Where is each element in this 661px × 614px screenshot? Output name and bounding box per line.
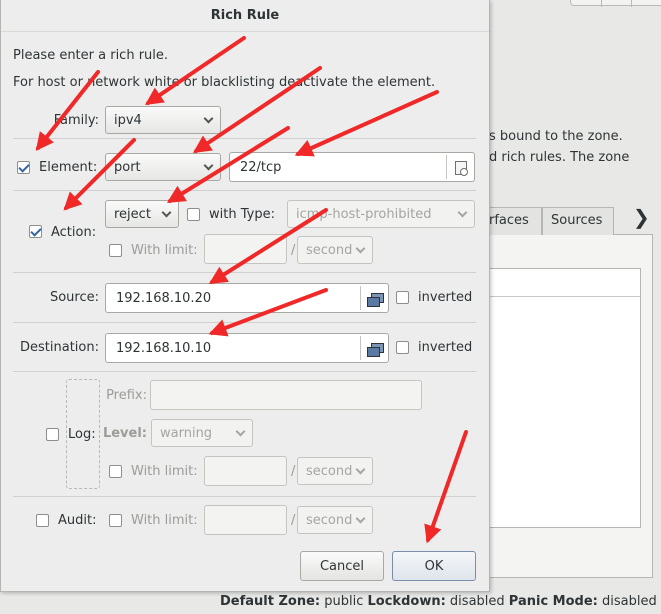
dialog-prompt: Please enter a rich rule. [13, 48, 169, 63]
log-limit-input[interactable] [204, 456, 287, 486]
audit-limit-checkbox[interactable] [109, 514, 122, 527]
chevron-down-icon [355, 464, 366, 475]
source-label: Source: [49, 290, 99, 305]
dialog-title: Rich Rule [1, 0, 489, 32]
rich-rule-dialog: Rich Rule Please enter a rich rule. For … [0, 0, 490, 592]
rules-list-header [490, 269, 640, 297]
divider [13, 322, 476, 323]
zone-description: s bound to the zone. d rich rules. The z… [489, 126, 661, 168]
action-limit-label: With limit: [131, 243, 198, 258]
chevron-down-icon [355, 513, 366, 524]
tab-sources[interactable]: Sources [542, 207, 614, 235]
ok-button[interactable]: OK [392, 551, 476, 581]
action-type-select[interactable]: icmp-host-prohibited [287, 200, 475, 228]
log-prefix-label: Prefix: [106, 388, 147, 403]
log-level-label: Level: [102, 426, 147, 441]
family-value: ipv4 [114, 113, 142, 128]
divider [13, 138, 476, 139]
audit-limit-unit: second [306, 513, 353, 528]
action-select[interactable]: reject [105, 200, 179, 228]
source-inverted-checkbox[interactable] [396, 291, 409, 304]
chevron-down-icon [161, 207, 172, 218]
family-select[interactable]: ipv4 [105, 106, 221, 134]
action-limit-input[interactable] [204, 234, 287, 264]
chevron-down-icon [355, 243, 366, 254]
divider [13, 272, 476, 273]
limit-separator: / [291, 243, 296, 258]
network-icon [367, 343, 384, 357]
tab-interfaces[interactable]: rfaces [489, 207, 542, 235]
cancel-button[interactable]: Cancel [300, 551, 384, 581]
source-address-button[interactable] [360, 286, 386, 310]
log-checkbox[interactable] [46, 428, 59, 441]
action-limit-checkbox[interactable] [109, 244, 122, 257]
chevron-down-icon [203, 160, 214, 171]
edit-document-icon [455, 161, 468, 176]
lockdown-label: Lockdown: [367, 594, 446, 609]
tabs-scroll-right-icon[interactable]: ❯ [633, 205, 650, 229]
network-icon [367, 293, 384, 307]
log-limit-label: With limit: [131, 464, 198, 479]
audit-limit-label: With limit: [131, 513, 198, 528]
log-level-select[interactable]: warning [151, 419, 253, 447]
element-value-field[interactable]: 22/tcp [229, 152, 475, 182]
chevron-down-icon [235, 426, 246, 437]
lockdown-value: disabled [445, 594, 509, 609]
log-group-frame [66, 379, 100, 489]
action-type-value: icmp-host-prohibited [296, 207, 432, 222]
log-limit-unit-select[interactable]: second [297, 457, 373, 485]
action-label: Action: [51, 225, 97, 240]
source-value: 192.168.10.20 [116, 291, 212, 306]
limit-separator: / [291, 464, 296, 479]
destination-inverted-checkbox[interactable] [396, 341, 409, 354]
source-field[interactable]: 192.168.10.20 [105, 283, 389, 313]
log-limit-unit: second [306, 464, 353, 479]
zone-description-line-2: d rich rules. The zone [489, 150, 630, 165]
action-limit-unit-select[interactable]: second [297, 236, 373, 264]
divider [13, 496, 476, 497]
audit-checkbox[interactable] [36, 514, 49, 527]
element-type-select[interactable]: port [105, 153, 221, 181]
action-checkbox[interactable] [29, 225, 42, 238]
default-zone-label: Default Zone: [220, 594, 321, 609]
chevron-down-icon [203, 113, 214, 124]
element-value: 22/tcp [240, 160, 282, 175]
element-label: Element: [39, 160, 98, 175]
panic-mode-label: Panic Mode: [508, 594, 598, 609]
rules-list[interactable] [489, 268, 641, 528]
default-zone-value: public [320, 594, 368, 609]
destination-field[interactable]: 192.168.10.10 [105, 333, 389, 363]
destination-inverted-label: inverted [418, 340, 473, 355]
element-type-value: port [114, 160, 141, 175]
audit-limit-input[interactable] [204, 505, 287, 535]
family-label: Family: [53, 113, 99, 128]
source-inverted-label: inverted [418, 290, 473, 305]
dialog-hint: For host or network white or blacklistin… [13, 75, 436, 90]
window-controls[interactable] [570, 0, 661, 7]
panic-mode-value: disabled [597, 594, 657, 609]
log-prefix-input[interactable] [150, 380, 422, 410]
divider [13, 190, 476, 191]
element-checkbox[interactable] [17, 161, 30, 174]
element-edit-button[interactable] [446, 155, 472, 179]
action-with-type-checkbox[interactable] [187, 208, 200, 221]
destination-value: 192.168.10.10 [116, 341, 212, 356]
destination-address-button[interactable] [360, 336, 386, 360]
destination-label: Destination: [20, 340, 99, 355]
divider [13, 371, 476, 372]
zone-description-line-1: s bound to the zone. [489, 129, 623, 144]
action-with-type-label: with Type: [209, 207, 275, 222]
audit-label: Audit: [58, 513, 97, 528]
log-level-value: warning [160, 426, 213, 441]
audit-limit-unit-select[interactable]: second [297, 506, 373, 534]
action-limit-unit: second [306, 243, 353, 258]
chevron-down-icon [457, 207, 468, 218]
action-value: reject [114, 207, 151, 222]
log-limit-checkbox[interactable] [109, 465, 122, 478]
limit-separator: / [291, 513, 296, 528]
